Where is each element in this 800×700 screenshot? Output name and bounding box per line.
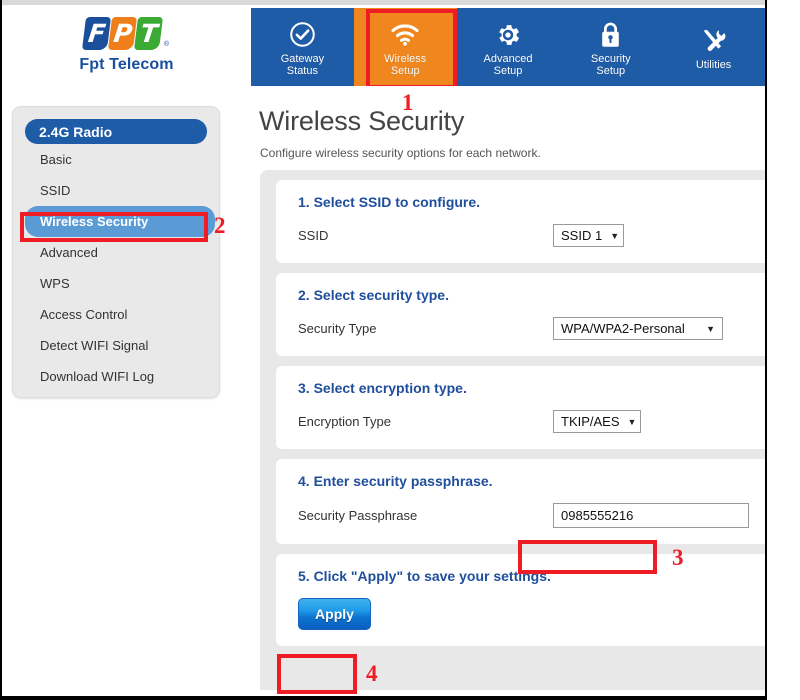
sidebar-header-24g-radio: 2.4G Radio [25, 119, 207, 144]
security-type-select-value: WPA/WPA2-Personal [561, 321, 685, 336]
card-title-select-ssid: 1. Select SSID to configure. [298, 194, 481, 210]
chevron-down-icon: ▼ [706, 323, 715, 334]
nav-item-gateway-status[interactable]: Gateway Status [251, 8, 354, 86]
security-type-select[interactable]: WPA/WPA2-Personal ▼ [553, 317, 723, 340]
sidebar-item-ssid[interactable]: SSID [25, 175, 207, 206]
row-ssid: SSID SSID 1 ▼ [276, 224, 765, 247]
page-title: Wireless Security [259, 106, 465, 136]
nav-item-advanced-setup[interactable]: Advanced Setup [457, 8, 560, 86]
passphrase-input-value: 0985555216 [561, 508, 634, 523]
registered-mark-icon: ® [163, 41, 170, 48]
brand-logo: F P T ® Fpt Telecom [2, 5, 251, 86]
wifi-icon [390, 20, 420, 50]
nav-label-utilities: Utilities [695, 58, 732, 71]
card-select-ssid: 1. Select SSID to configure. SSID SSID 1… [276, 180, 765, 263]
main-navigation: Gateway Status Wireless Setup Advanced S… [251, 8, 765, 86]
sidebar: 2.4G Radio Basic SSID Wireless Security … [12, 106, 220, 398]
lock-icon [599, 20, 622, 50]
brand-name: Fpt Telecom [79, 56, 174, 73]
frame-left-border [0, 0, 2, 698]
sidebar-item-wireless-security[interactable]: Wireless Security [25, 206, 215, 237]
apply-button[interactable]: Apply [298, 598, 371, 630]
card-title-security-type: 2. Select security type. [298, 287, 449, 303]
frame-bottom-border [0, 696, 765, 698]
card-security-type: 2. Select security type. Security Type W… [276, 273, 765, 356]
logo-letter-f: F [81, 17, 111, 50]
sidebar-item-basic[interactable]: Basic [25, 144, 207, 175]
logo-letter-p: P [107, 17, 137, 50]
ssid-select-value: SSID 1 [561, 228, 603, 243]
row-encryption-type: Encryption Type TKIP/AES ▼ [276, 410, 765, 433]
chevron-down-icon: ▼ [627, 416, 637, 427]
row-security-type: Security Type WPA/WPA2-Personal ▼ [276, 317, 765, 340]
nav-label-wireless-setup: Wireless Setup [384, 52, 427, 77]
logo-letter-t: T [133, 17, 163, 50]
row-passphrase: Security Passphrase 0985555216 [276, 503, 765, 528]
card-apply: 5. Click "Apply" to save your settings. … [276, 554, 765, 646]
card-title-apply: 5. Click "Apply" to save your settings. [298, 568, 551, 584]
settings-panel: 1. Select SSID to configure. SSID SSID 1… [260, 170, 765, 690]
page-header: F P T ® Fpt Telecom Gateway Status Wirel… [2, 0, 765, 89]
browser-frame: F P T ® Fpt Telecom Gateway Status Wirel… [0, 0, 767, 700]
label-security-type: Security Type [298, 321, 377, 336]
nav-label-gateway-status: Gateway Status [280, 52, 325, 77]
nav-item-wireless-setup[interactable]: Wireless Setup [353, 8, 457, 86]
sidebar-item-detect-wifi-signal[interactable]: Detect WIFI Signal [25, 330, 207, 361]
screenshot-root: F P T ® Fpt Telecom Gateway Status Wirel… [0, 0, 800, 700]
sidebar-item-advanced[interactable]: Advanced [25, 237, 207, 268]
nav-item-utilities[interactable]: Utilities [662, 8, 765, 86]
ssid-select[interactable]: SSID 1 ▼ [553, 224, 625, 247]
check-circle-icon [289, 20, 316, 50]
label-ssid: SSID [298, 228, 329, 243]
sidebar-item-download-wifi-log[interactable]: Download WIFI Log [25, 361, 207, 392]
encryption-type-select[interactable]: TKIP/AES ▼ [553, 410, 642, 433]
passphrase-input[interactable]: 0985555216 [553, 503, 749, 528]
encryption-type-select-value: TKIP/AES [561, 414, 620, 429]
main-content: Wireless Security Configure wireless sec… [251, 86, 765, 698]
chevron-down-icon: ▼ [610, 230, 620, 241]
nav-label-security-setup: Security Setup [590, 52, 631, 77]
sidebar-item-wps[interactable]: WPS [25, 268, 207, 299]
tools-icon [699, 26, 728, 56]
gear-icon [494, 20, 522, 50]
label-encryption-type: Encryption Type [298, 414, 391, 429]
card-passphrase: 4. Enter security passphrase. Security P… [276, 459, 765, 544]
card-title-passphrase: 4. Enter security passphrase. [298, 473, 493, 489]
fpt-logo-blocks: F P T ® [81, 17, 170, 51]
card-title-encryption-type: 3. Select encryption type. [298, 380, 467, 396]
nav-label-advanced-setup: Advanced Setup [483, 52, 533, 77]
card-encryption-type: 3. Select encryption type. Encryption Ty… [276, 366, 765, 449]
nav-item-security-setup[interactable]: Security Setup [559, 8, 662, 86]
sidebar-item-access-control[interactable]: Access Control [25, 299, 207, 330]
page-body: 2.4G Radio Basic SSID Wireless Security … [2, 86, 765, 698]
page-subtitle: Configure wireless security options for … [260, 146, 541, 160]
label-passphrase: Security Passphrase [298, 508, 418, 523]
